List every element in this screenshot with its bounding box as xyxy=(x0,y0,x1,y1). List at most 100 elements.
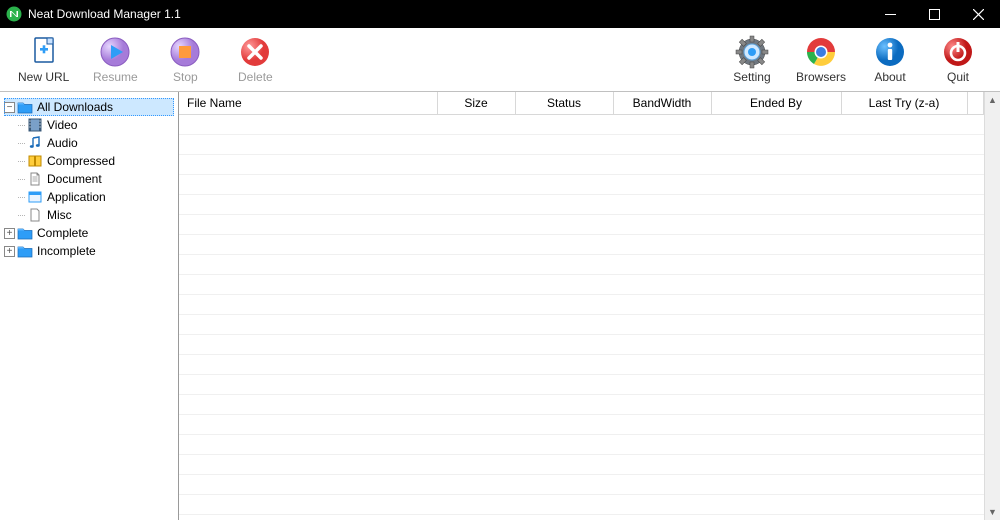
table-row xyxy=(179,135,984,155)
tree-item-all-downloads[interactable]: − All Downloads xyxy=(4,98,174,116)
close-button[interactable] xyxy=(956,0,1000,28)
table-row xyxy=(179,275,984,295)
tree-item-label: Complete xyxy=(37,226,88,240)
tree-item-complete[interactable]: + Complete xyxy=(4,224,174,242)
tree-item-label: Misc xyxy=(47,208,72,222)
column-header-ended-by[interactable]: Ended By xyxy=(711,92,841,115)
table-row xyxy=(179,455,984,475)
quit-label: Quit xyxy=(947,70,969,84)
about-button[interactable]: About xyxy=(866,35,914,84)
setting-icon xyxy=(735,35,769,69)
table-row xyxy=(179,235,984,255)
tree-connector: ···· xyxy=(17,156,25,166)
stop-icon xyxy=(168,35,202,69)
table-row xyxy=(179,335,984,355)
delete-icon xyxy=(238,35,272,69)
about-label: About xyxy=(874,70,905,84)
setting-button[interactable]: Setting xyxy=(728,35,776,84)
tree-connector: ···· xyxy=(17,120,25,130)
expand-icon[interactable]: + xyxy=(4,228,15,239)
resume-button[interactable]: Resume xyxy=(91,35,139,84)
scroll-up-arrow[interactable]: ▲ xyxy=(985,92,1000,108)
application-icon xyxy=(27,189,43,205)
table-row xyxy=(179,115,984,135)
folder-icon xyxy=(17,225,33,241)
tree-connector: ···· xyxy=(17,138,25,148)
browsers-label: Browsers xyxy=(796,70,846,84)
column-header-filler xyxy=(967,92,984,115)
window-title: Neat Download Manager 1.1 xyxy=(28,7,181,21)
toolbar-left-group: New URL Resume Stop xyxy=(18,35,279,84)
table-row xyxy=(179,195,984,215)
folder-icon xyxy=(17,99,33,115)
browsers-button[interactable]: Browsers xyxy=(796,35,846,84)
new-url-icon xyxy=(27,35,61,69)
scroll-down-arrow[interactable]: ▼ xyxy=(985,504,1000,520)
table-row xyxy=(179,215,984,235)
video-icon xyxy=(27,117,43,133)
toolbar-right-group: Setting Browsers xyxy=(728,35,982,84)
delete-button[interactable]: Delete xyxy=(231,35,279,84)
table-row xyxy=(179,295,984,315)
tree-item-label: Application xyxy=(47,190,106,204)
scroll-track[interactable] xyxy=(985,108,1000,504)
tree-item-incomplete[interactable]: +Incomplete xyxy=(4,242,174,260)
table-row xyxy=(179,395,984,415)
resume-icon xyxy=(98,35,132,69)
column-header-bandwidth[interactable]: BandWidth xyxy=(613,92,711,115)
resume-label: Resume xyxy=(93,70,138,84)
vertical-scrollbar[interactable]: ▲ ▼ xyxy=(984,92,1000,520)
tree-item-misc[interactable]: ···· Misc xyxy=(4,206,174,224)
column-header-size[interactable]: Size xyxy=(437,92,515,115)
minimize-button[interactable] xyxy=(868,0,912,28)
column-header-status[interactable]: Status xyxy=(515,92,613,115)
stop-button[interactable]: Stop xyxy=(161,35,209,84)
table-row xyxy=(179,255,984,275)
about-icon xyxy=(873,35,907,69)
column-header-file-name[interactable]: File Name xyxy=(179,92,437,115)
tree-item-label: Compressed xyxy=(47,154,115,168)
expand-icon[interactable]: + xyxy=(4,246,15,257)
tree-item-label: All Downloads xyxy=(37,100,113,114)
toolbar: New URL Resume Stop xyxy=(0,28,1000,92)
table-row xyxy=(179,435,984,455)
tree-item-compressed[interactable]: ···· Compressed xyxy=(4,152,174,170)
maximize-button[interactable] xyxy=(912,0,956,28)
tree-item-audio[interactable]: ···· Audio xyxy=(4,134,174,152)
table-row xyxy=(179,475,984,495)
tree-connector: ···· xyxy=(17,210,25,220)
document-icon xyxy=(27,171,43,187)
table-row xyxy=(179,175,984,195)
tree-connector: ···· xyxy=(17,192,25,202)
table-row xyxy=(179,375,984,395)
browsers-icon xyxy=(804,35,838,69)
table-row xyxy=(179,355,984,375)
audio-icon xyxy=(27,135,43,151)
quit-icon xyxy=(941,35,975,69)
misc-icon xyxy=(27,207,43,223)
tree-item-label: Video xyxy=(47,118,77,132)
table-row xyxy=(179,155,984,175)
downloads-table: File NameSizeStatusBandWidthEnded ByLast… xyxy=(179,92,984,520)
table-row xyxy=(179,315,984,335)
stop-label: Stop xyxy=(173,70,198,84)
delete-label: Delete xyxy=(238,70,273,84)
table-row xyxy=(179,515,984,520)
category-tree: − All Downloads ···· Video ···· Audio ···· Comp… xyxy=(0,92,179,520)
tree-item-label: Audio xyxy=(47,136,78,150)
tree-item-video[interactable]: ···· Video xyxy=(4,116,174,134)
folder-icon xyxy=(17,243,33,259)
app-icon xyxy=(6,6,22,22)
table-row xyxy=(179,415,984,435)
tree-item-application[interactable]: ···· Application xyxy=(4,188,174,206)
column-header-last-try[interactable]: Last Try (z-a) xyxy=(841,92,967,115)
tree-item-document[interactable]: ····Document xyxy=(4,170,174,188)
quit-button[interactable]: Quit xyxy=(934,35,982,84)
downloads-table-wrap: File NameSizeStatusBandWidthEnded ByLast… xyxy=(179,92,1000,520)
new-url-button[interactable]: New URL xyxy=(18,35,69,84)
compressed-icon xyxy=(27,153,43,169)
collapse-icon[interactable]: − xyxy=(4,102,15,113)
tree-item-label: Document xyxy=(47,172,102,186)
main-area: − All Downloads ···· Video ···· Audio ···· Comp… xyxy=(0,92,1000,520)
setting-label: Setting xyxy=(733,70,770,84)
